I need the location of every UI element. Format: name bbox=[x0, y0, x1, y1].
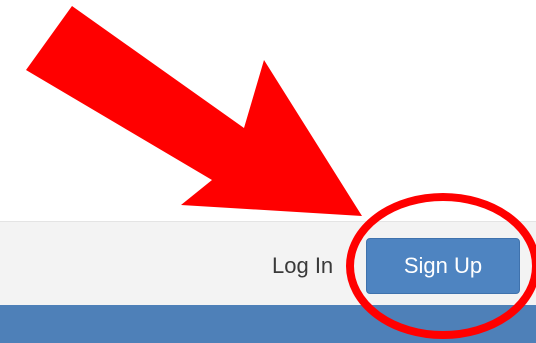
signup-button[interactable]: Sign Up bbox=[366, 238, 520, 294]
navigation-bar bbox=[0, 305, 536, 343]
login-link[interactable]: Log In bbox=[272, 253, 333, 279]
red-arrow-icon bbox=[26, 6, 362, 216]
